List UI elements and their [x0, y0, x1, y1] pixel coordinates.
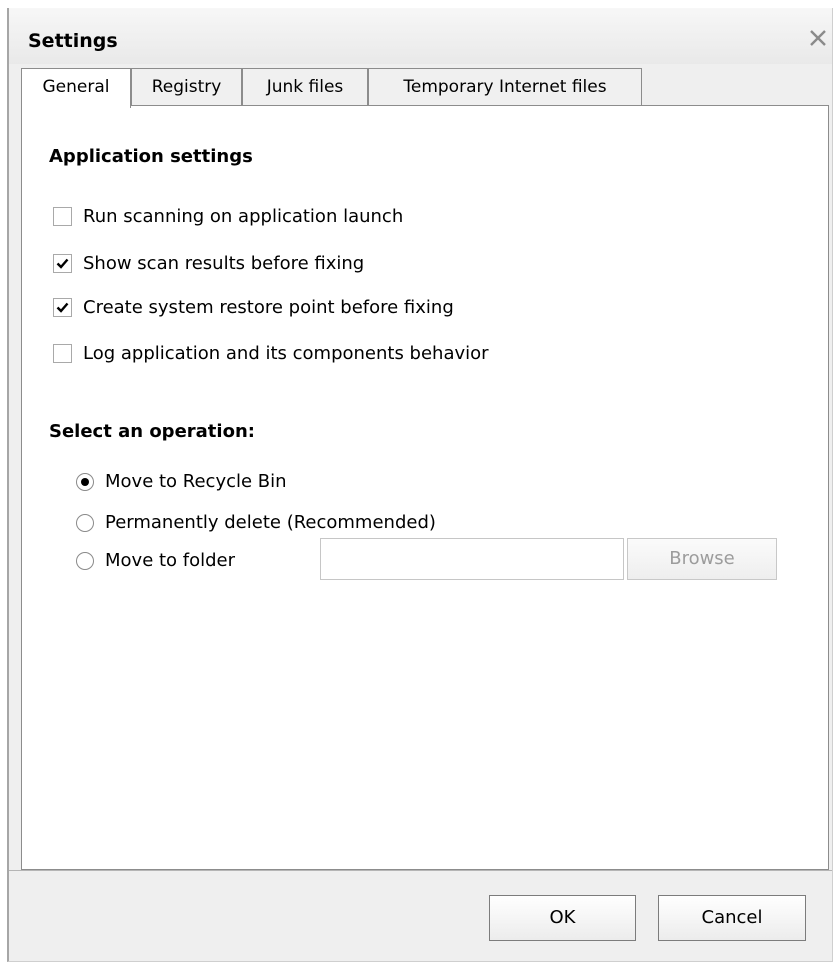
- radio-button[interactable]: [76, 514, 94, 532]
- show-results-before-fixing-checkbox[interactable]: Show scan results before fixing: [53, 252, 473, 276]
- tab-registry[interactable]: Registry: [131, 68, 242, 106]
- tab-temporary-internet-files[interactable]: Temporary Internet files: [368, 68, 642, 106]
- checkbox-label: Run scanning on application launch: [83, 206, 404, 227]
- dialog-title: Settings: [28, 30, 118, 52]
- checkbox-box[interactable]: [53, 298, 72, 317]
- checkbox-label: Show scan results before fixing: [83, 253, 365, 274]
- create-restore-point-checkbox[interactable]: Create system restore point before fixin…: [53, 296, 533, 320]
- radio-button[interactable]: [76, 552, 94, 570]
- cancel-button[interactable]: Cancel: [658, 895, 806, 941]
- general-panel: Application settings Run scanning on app…: [21, 105, 829, 870]
- log-application-behavior-checkbox[interactable]: Log application and its components behav…: [53, 342, 553, 366]
- settings-dialog: Settings General Registry Junk files Tem…: [7, 8, 833, 962]
- folder-path-input[interactable]: [320, 538, 624, 580]
- tab-registry-label: Registry: [151, 77, 222, 97]
- select-operation-heading: Select an operation:: [49, 421, 255, 442]
- browse-button[interactable]: Browse: [627, 538, 777, 580]
- title-bar[interactable]: Settings: [9, 8, 832, 64]
- tab-strip: General Registry Junk files Temporary In…: [21, 68, 652, 108]
- run-scan-on-launch-checkbox[interactable]: Run scanning on application launch: [53, 205, 473, 229]
- move-to-recycle-bin-radio[interactable]: Move to Recycle Bin: [76, 470, 336, 494]
- radio-dot-icon: [81, 478, 89, 486]
- tab-general-label: General: [42, 77, 110, 97]
- footer-divider: [9, 870, 832, 871]
- tab-junk-files[interactable]: Junk files: [242, 68, 368, 106]
- tab-junk-files-label: Junk files: [266, 77, 344, 97]
- permanently-delete-radio[interactable]: Permanently delete (Recommended): [76, 511, 496, 535]
- close-icon[interactable]: [806, 26, 830, 50]
- tab-temporary-internet-files-label: Temporary Internet files: [403, 77, 607, 97]
- checkbox-box[interactable]: [53, 207, 72, 226]
- checkmark-icon: [56, 258, 69, 269]
- checkbox-box[interactable]: [53, 344, 72, 363]
- checkbox-label: Create system restore point before fixin…: [83, 297, 454, 318]
- radio-label: Permanently delete (Recommended): [105, 512, 436, 533]
- checkbox-label: Log application and its components behav…: [83, 343, 489, 364]
- checkbox-box[interactable]: [53, 254, 72, 273]
- radio-label: Move to Recycle Bin: [105, 471, 287, 492]
- tab-general[interactable]: General: [21, 68, 131, 108]
- application-settings-heading: Application settings: [49, 146, 253, 167]
- move-to-folder-radio[interactable]: Move to folder: [76, 549, 296, 573]
- ok-button[interactable]: OK: [489, 895, 636, 941]
- checkmark-icon: [56, 302, 69, 313]
- radio-label: Move to folder: [105, 550, 236, 571]
- radio-button[interactable]: [76, 473, 94, 491]
